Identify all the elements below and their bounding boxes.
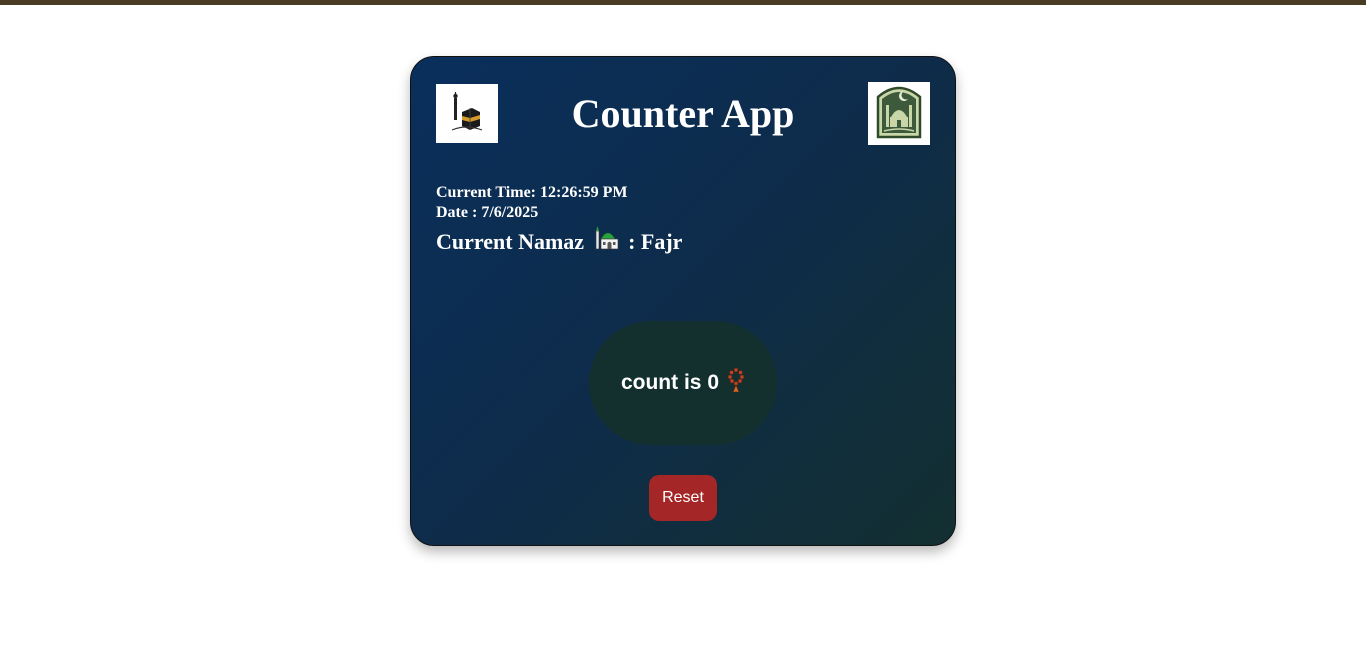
mosque-logo <box>868 82 930 145</box>
count-value: 0 <box>707 371 720 394</box>
mosque-badge-icon <box>874 83 924 144</box>
reset-button[interactable]: Reset <box>649 475 717 521</box>
count-prefix: count is <box>620 371 702 394</box>
current-time-line: Current Time: 12:26:59 PM <box>436 183 628 203</box>
count-button[interactable]: count is 0 <box>589 321 777 445</box>
current-time-label: Current Time: <box>436 184 536 201</box>
current-time-value: 12:26:59 PM <box>540 184 628 201</box>
top-bar <box>0 0 1366 5</box>
current-namaz-value: Fajr <box>640 229 683 254</box>
date-value: 7/6/2025 <box>481 204 539 221</box>
clock-info: Current Time: 12:26:59 PM Date : 7/6/202… <box>436 183 628 223</box>
current-namaz-label: Current Namaz <box>436 229 585 254</box>
prayer-beads-icon <box>727 367 745 399</box>
current-namaz-separator: : <box>628 229 636 254</box>
date-label: Date : <box>436 204 478 221</box>
mosque-icon <box>594 225 620 259</box>
current-namaz: Current Namaz : Fajr <box>436 225 682 259</box>
counter-card: Counter App Current Time: 12:26:59 PM Da… <box>410 56 956 546</box>
date-line: Date : 7/6/2025 <box>436 203 628 223</box>
